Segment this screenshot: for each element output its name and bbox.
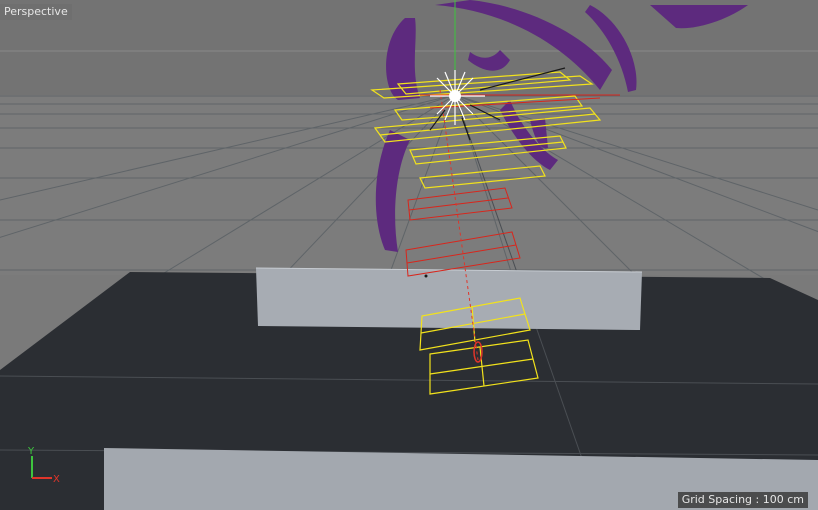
axis-y-label: Y [27,446,35,457]
axis-x-label: X [53,474,60,485]
light-box-middle [256,268,642,330]
viewport-scene[interactable] [0,0,818,510]
axis-gizmo: Y X [27,446,60,485]
viewport-view-name[interactable]: Perspective [0,4,72,20]
3d-viewport[interactable]: Perspective Y X Grid Spacing : 100 cm [0,0,818,510]
grid-spacing-readout: Grid Spacing : 100 cm [677,492,808,508]
